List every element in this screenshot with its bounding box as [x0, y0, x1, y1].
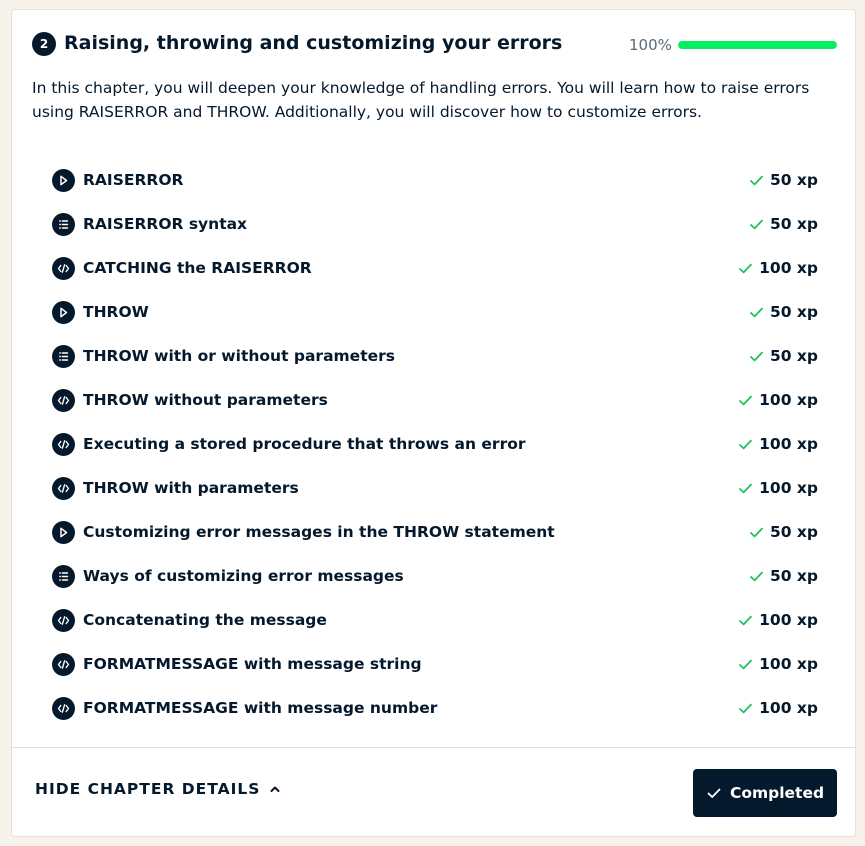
check-icon: [750, 527, 763, 537]
exercise-title: FORMATMESSAGE with message number: [83, 699, 438, 717]
exercise-item[interactable]: Concatenating the message 100 xp: [52, 598, 818, 642]
exercise-xp-value: 50 xp: [769, 303, 818, 321]
list-icon: [52, 564, 75, 588]
exercise-xp: 100 xp: [738, 422, 818, 466]
list-icon: [52, 344, 75, 368]
check-icon: [750, 175, 763, 185]
exercise-xp: 50 xp: [749, 158, 818, 202]
exercise-item[interactable]: THROW without parameters 100 xp: [52, 378, 818, 422]
play-icon: [52, 520, 75, 544]
exercise-item[interactable]: THROW with or without parameters 50 xp: [52, 334, 818, 378]
check-icon: [739, 263, 753, 273]
check-icon: [750, 307, 763, 317]
exercise-item[interactable]: Customizing error messages in the THROW …: [52, 510, 818, 554]
exercise-title: FORMATMESSAGE with message string: [83, 655, 422, 673]
exercise-title: THROW with parameters: [83, 479, 299, 497]
exercise-title: Customizing error messages in the THROW …: [83, 523, 555, 541]
chapter-card: 2 Raising, throwing and customizing your…: [11, 9, 856, 837]
exercise-xp-value: 100 xp: [759, 259, 818, 277]
check-icon: [739, 439, 753, 449]
check-icon: [739, 395, 753, 405]
exercise-xp: 100 xp: [738, 466, 818, 510]
exercise-xp: 100 xp: [738, 598, 818, 642]
exercise-item[interactable]: CATCHING the RAISERROR 100 xp: [52, 246, 818, 290]
exercise-title: THROW with or without parameters: [83, 347, 395, 365]
progress-percentage: 100%: [629, 36, 672, 54]
exercise-xp: 50 xp: [749, 290, 818, 334]
chapter-description: In this chapter, you will deepen your kn…: [32, 79, 810, 121]
exercise-xp: 100 xp: [738, 642, 818, 686]
exercise-xp-value: 100 xp: [759, 699, 818, 717]
chapter-number-badge: 2: [32, 32, 56, 56]
play-icon: [52, 300, 75, 324]
play-icon: [52, 168, 75, 192]
exercise-item[interactable]: Ways of customizing error messages 50 xp: [52, 554, 818, 598]
check-icon: [750, 219, 763, 229]
check-icon: [707, 788, 721, 798]
completed-button[interactable]: Completed: [693, 769, 837, 817]
list-icon: [52, 212, 75, 236]
check-icon: [750, 351, 763, 361]
check-icon: [739, 615, 753, 625]
exercise-xp-value: 50 xp: [769, 215, 818, 233]
exercise-item[interactable]: FORMATMESSAGE with message string 100 xp: [52, 642, 818, 686]
exercise-xp: 100 xp: [738, 686, 818, 730]
exercise-xp: 50 xp: [749, 334, 818, 378]
exercise-xp-value: 50 xp: [769, 171, 818, 189]
hide-chapter-details-button[interactable]: HIDE CHAPTER DETAILS: [35, 780, 281, 798]
exercise-title: RAISERROR syntax: [83, 215, 248, 233]
check-icon: [739, 483, 753, 493]
exercise-xp: 100 xp: [738, 378, 818, 422]
code-icon: [52, 432, 75, 456]
exercise-list: RAISERROR 50 xp RAISERROR syntax 50 xp CATCH…: [52, 158, 818, 730]
exercise-item[interactable]: Executing a stored procedure that throws…: [52, 422, 818, 466]
exercise-title: Ways of customizing error messages: [83, 567, 404, 585]
exercise-xp-value: 100 xp: [759, 611, 818, 629]
chapter-title: Raising, throwing and customizing your e…: [64, 32, 563, 54]
exercise-xp: 50 xp: [749, 202, 818, 246]
exercise-xp: 50 xp: [749, 554, 818, 598]
exercise-xp-value: 50 xp: [769, 523, 818, 541]
completed-button-label: Completed: [729, 784, 825, 802]
progress-bar: [678, 41, 837, 49]
exercise-title: THROW: [83, 303, 149, 321]
check-icon: [739, 703, 753, 713]
exercise-title: CATCHING the RAISERROR: [83, 259, 312, 277]
chevron-up-icon: [270, 786, 280, 792]
progress-bar-fill: [678, 41, 837, 49]
code-icon: [52, 388, 75, 412]
exercise-xp-value: 100 xp: [759, 655, 818, 673]
code-icon: [52, 608, 75, 632]
exercise-xp-value: 100 xp: [759, 435, 818, 453]
hide-chapter-details-label: HIDE CHAPTER DETAILS: [35, 780, 261, 798]
exercise-item[interactable]: THROW with parameters 100 xp: [52, 466, 818, 510]
exercise-item[interactable]: THROW 50 xp: [52, 290, 818, 334]
exercise-xp-value: 50 xp: [769, 567, 818, 585]
exercise-item[interactable]: FORMATMESSAGE with message number 100 xp: [52, 686, 818, 730]
check-icon: [750, 571, 763, 581]
exercise-xp-value: 50 xp: [769, 347, 818, 365]
footer-divider: [12, 747, 855, 748]
exercise-title: Executing a stored procedure that throws…: [83, 435, 526, 453]
exercise-title: THROW without parameters: [83, 391, 328, 409]
code-icon: [52, 256, 75, 280]
exercise-xp-value: 100 xp: [759, 391, 818, 409]
chapter-header: 2 Raising, throwing and customizing your…: [32, 30, 837, 58]
code-icon: [52, 652, 75, 676]
exercise-item[interactable]: RAISERROR syntax 50 xp: [52, 202, 818, 246]
code-icon: [52, 696, 75, 720]
exercise-xp: 50 xp: [749, 510, 818, 554]
exercise-title: RAISERROR: [83, 171, 184, 189]
check-icon: [739, 659, 753, 669]
code-icon: [52, 476, 75, 500]
exercise-xp-value: 100 xp: [759, 479, 818, 497]
exercise-item[interactable]: RAISERROR 50 xp: [52, 158, 818, 202]
exercise-title: Concatenating the message: [83, 611, 327, 629]
exercise-xp: 100 xp: [738, 246, 818, 290]
